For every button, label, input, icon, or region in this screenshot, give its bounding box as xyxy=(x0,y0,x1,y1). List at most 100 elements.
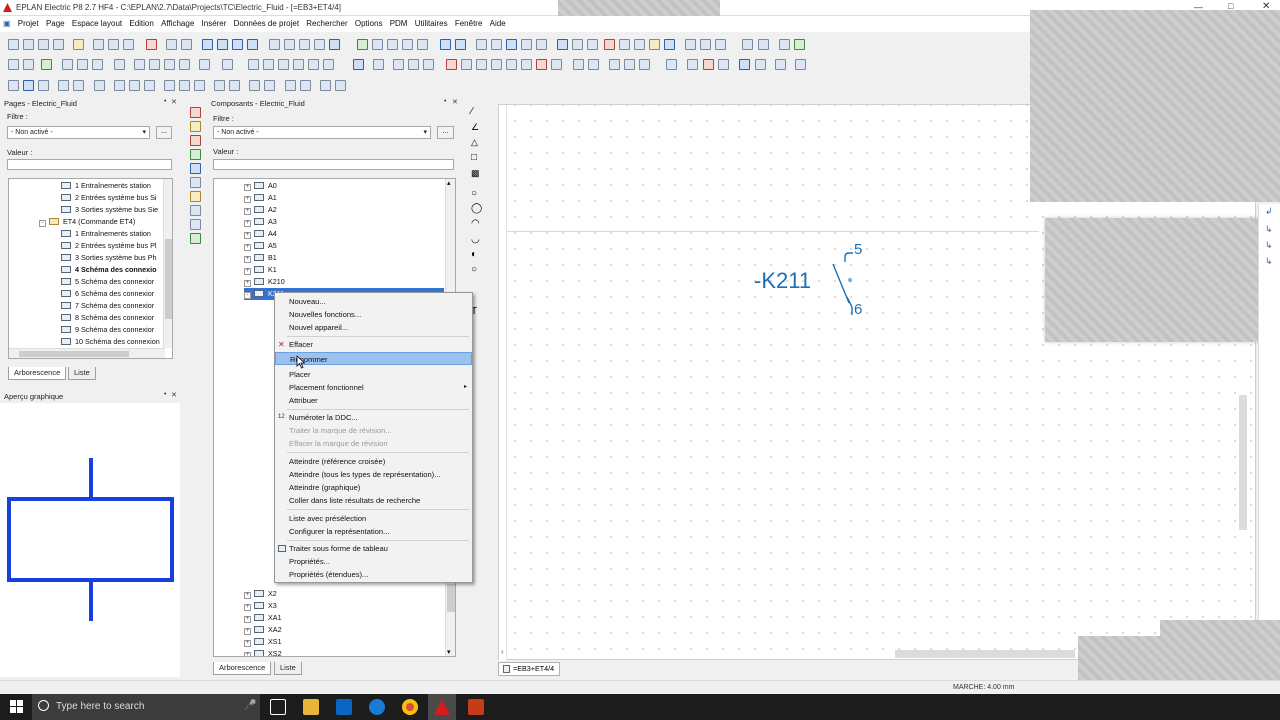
ctx-atteindre-graphique[interactable]: Atteindre (graphique) xyxy=(275,481,472,494)
layout-icon-t[interactable] xyxy=(335,80,346,91)
ctx-configurer-representation[interactable]: Configurer la représentation... xyxy=(275,525,472,538)
ctx-numeroter-ddc[interactable]: 12 Numéroter la DDC... xyxy=(275,411,472,424)
ctx-nouveau[interactable]: Nouveau... xyxy=(275,295,472,308)
sidebar-icon-c[interactable] xyxy=(190,135,201,146)
snap-grid-icon[interactable] xyxy=(572,39,583,50)
pin-icon[interactable]: • xyxy=(164,98,166,105)
line-icon[interactable]: ∕ xyxy=(471,106,473,117)
edge-icon[interactable] xyxy=(369,699,385,715)
tab-liste[interactable]: Liste xyxy=(68,367,96,380)
device-tag-label[interactable]: -K211 xyxy=(754,268,811,294)
new-project-icon[interactable] xyxy=(8,39,19,50)
pointer-icon-c[interactable] xyxy=(775,59,786,70)
page-icon-a[interactable] xyxy=(269,39,280,50)
tree-item[interactable]: 6 Schéma des connexior xyxy=(61,288,154,300)
edit-icon-a[interactable] xyxy=(609,59,620,70)
menu-aide[interactable]: Aide xyxy=(487,16,508,28)
tree-item[interactable]: 1 Entraînements station xyxy=(61,180,151,192)
device-icon-e[interactable] xyxy=(308,59,319,70)
insert-icon-e[interactable] xyxy=(423,59,434,70)
microphone-icon[interactable]: 🎤 xyxy=(244,700,256,711)
connect-icon-e[interactable] xyxy=(179,59,190,70)
arc-icon[interactable]: ◠ xyxy=(471,218,480,229)
layout-icon-j[interactable] xyxy=(164,80,175,91)
plc-icon-e[interactable] xyxy=(506,59,517,70)
undo-icon[interactable] xyxy=(202,39,213,50)
connect-icon-f[interactable] xyxy=(199,59,210,70)
device-icon-b[interactable] xyxy=(263,59,274,70)
tree-item-current[interactable]: 4 Schéma des connexio xyxy=(61,264,157,276)
copy-icon[interactable] xyxy=(108,39,119,50)
connect-icon-b[interactable] xyxy=(134,59,145,70)
layout-icon-h[interactable] xyxy=(129,80,140,91)
collapse-icon[interactable]: - xyxy=(39,220,46,227)
insert-icon-c[interactable] xyxy=(393,59,404,70)
sector-icon[interactable]: ◐ xyxy=(471,249,477,260)
taskbar-search-box[interactable]: Type here to search 🎤 xyxy=(32,694,260,720)
edit-icon-c[interactable] xyxy=(639,59,650,70)
redo-list-icon[interactable] xyxy=(247,39,258,50)
tree-item[interactable]: + A1 xyxy=(244,192,277,204)
circle-icon[interactable]: ○ xyxy=(471,188,477,199)
save-icon[interactable] xyxy=(38,39,49,50)
connect-icon-d[interactable] xyxy=(164,59,175,70)
ctx-effacer[interactable]: ✕ Effacer xyxy=(275,338,472,351)
tree-item[interactable]: + XA2 xyxy=(244,624,282,636)
grid-icon-b[interactable] xyxy=(491,39,502,50)
measure-icon[interactable] xyxy=(742,39,753,50)
menu-utilitaires[interactable]: Utilitaires xyxy=(412,16,450,28)
tree-item[interactable]: 8 Schéma des connexior xyxy=(61,312,154,324)
scroll-up-icon[interactable]: ▴ xyxy=(447,179,451,187)
ctx-attribuer[interactable]: Attribuer xyxy=(275,394,472,407)
arrow-icon-a[interactable] xyxy=(573,59,584,70)
ctx-liste-preselection[interactable]: Liste avec présélection xyxy=(275,512,472,525)
parts-icon[interactable] xyxy=(794,39,805,50)
menu-donnees-projet[interactable]: Données de projet xyxy=(231,16,301,28)
tab-liste[interactable]: Liste xyxy=(274,662,302,675)
layer-icon-c[interactable] xyxy=(649,39,660,50)
open-project-icon[interactable] xyxy=(23,39,34,50)
sidebar-icon-g[interactable] xyxy=(190,191,201,202)
polygon-icon[interactable]: △ xyxy=(471,137,478,148)
side-arrow-icon[interactable]: ↳ xyxy=(1265,224,1273,235)
settings-icon[interactable] xyxy=(73,39,84,50)
tree-item[interactable]: + A3 xyxy=(244,216,277,228)
layout-icon-o[interactable] xyxy=(249,80,260,91)
powerpoint-icon[interactable] xyxy=(468,699,484,715)
tree-item[interactable]: 5 Schéma des connexior xyxy=(61,276,154,288)
tree-item[interactable]: + XS1 xyxy=(244,636,282,648)
rectangle-icon[interactable]: □ xyxy=(471,152,477,163)
scroll-left-icon[interactable]: ‹ xyxy=(501,647,504,656)
file-explorer-icon[interactable] xyxy=(303,699,319,715)
plc-icon-g[interactable] xyxy=(536,59,547,70)
menu-app-icon[interactable]: ▣ xyxy=(0,16,13,28)
menu-pdm[interactable]: PDM xyxy=(387,16,410,28)
ctx-proprietes-etendues[interactable]: Propriétés (étendues)... xyxy=(275,568,472,581)
ctx-coller-liste-resultats[interactable]: Coller dans liste résultats de recherche xyxy=(275,494,472,507)
pages-filter-browse-button[interactable]: ... xyxy=(156,126,172,139)
chrome-icon[interactable] xyxy=(402,699,418,715)
tab-arborescence[interactable]: Arborescence xyxy=(8,367,67,380)
side-arrow-icon[interactable]: ↳ xyxy=(1265,256,1273,267)
tree-item[interactable]: 3 Sorties système bus Ph xyxy=(61,252,157,264)
circle-small-icon[interactable]: ○ xyxy=(471,264,477,275)
menu-rechercher[interactable]: Rechercher xyxy=(303,16,349,28)
tab-arborescence[interactable]: Arborescence xyxy=(213,662,272,675)
ctx-nouvelles-fonctions[interactable]: Nouvelles fonctions... xyxy=(275,308,472,321)
ctx-traiter-tableau[interactable]: Traiter sous forme de tableau xyxy=(275,542,472,555)
pages-filter-select[interactable]: - Non activé - ▾ xyxy=(7,126,150,139)
menu-options[interactable]: Options xyxy=(352,16,385,28)
zoom-out-icon[interactable] xyxy=(402,39,413,50)
pointer-icon-d[interactable] xyxy=(795,59,806,70)
layout-icon-a[interactable] xyxy=(8,80,19,91)
plc-icon-f[interactable] xyxy=(521,59,532,70)
menu-fenetre[interactable]: Fenêtre xyxy=(452,16,485,28)
layout-icon-r[interactable] xyxy=(300,80,311,91)
grid-icon-a[interactable] xyxy=(476,39,487,50)
cut-icon[interactable] xyxy=(93,39,104,50)
plc-icon-d[interactable] xyxy=(491,59,502,70)
pages-tree-vscroll[interactable] xyxy=(163,179,172,348)
tree-item[interactable]: + B1 xyxy=(244,252,277,264)
scroll-thumb[interactable] xyxy=(19,351,129,357)
tree-item[interactable]: + XS2 xyxy=(244,648,282,656)
